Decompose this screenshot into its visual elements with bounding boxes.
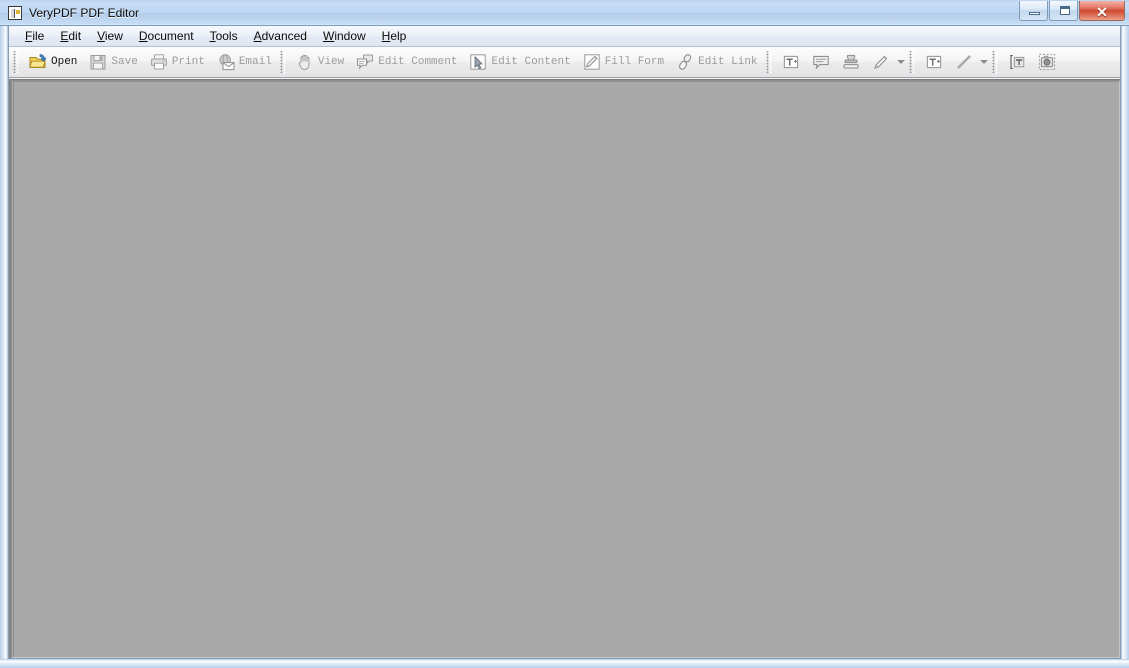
menu-label: elp: [390, 29, 407, 43]
toolbar-grip-5[interactable]: [991, 51, 999, 73]
toolbar-label-view: View: [317, 56, 345, 68]
menu-item-view[interactable]: View: [89, 27, 131, 45]
menu-item-document[interactable]: Document: [131, 27, 202, 45]
toolbar-grip-4[interactable]: [908, 51, 916, 73]
toolbar-button-edit-comment[interactable]: Edit Comment: [350, 49, 463, 75]
typewriter-text-icon: [925, 53, 943, 71]
select-arrow-icon: [469, 53, 487, 71]
form-pen-icon: [583, 53, 601, 71]
toolbar-button-sticky-note[interactable]: [806, 49, 836, 75]
menu-item-file[interactable]: File: [17, 27, 52, 45]
window-frame-left: [0, 26, 8, 668]
printer-icon: [150, 53, 168, 71]
toolbar-label-edit-link: Edit Link: [698, 56, 758, 68]
title-bar-left: VeryPDF PDF Editor: [7, 0, 139, 26]
close-icon: ✕: [1096, 3, 1108, 20]
menu-mnemonic: W: [322, 29, 335, 43]
toolbar-label-print: Print: [171, 56, 205, 68]
toolbar-label-open: Open: [51, 56, 78, 68]
app-book-icon: [7, 5, 23, 21]
window-title: VeryPDF PDF Editor: [29, 6, 140, 20]
toolbar-grip[interactable]: [13, 51, 20, 73]
text-select-icon: [1008, 53, 1026, 71]
window-frame-right: [1121, 26, 1129, 668]
menu-item-help[interactable]: Help: [374, 27, 415, 45]
menu-label: dvanced: [261, 29, 307, 43]
menu-label: ocument: [147, 29, 194, 43]
menu-label: ools: [215, 29, 238, 43]
close-button[interactable]: ✕: [1079, 1, 1125, 21]
toolbar-button-open[interactable]: Open: [23, 49, 83, 75]
menu-item-tools[interactable]: Tools: [202, 27, 246, 45]
comment-bubbles-icon: [356, 53, 374, 71]
toolbar-button-text-box[interactable]: [776, 49, 806, 75]
title-bar: VeryPDF PDF Editor ✕: [0, 0, 1129, 26]
floppy-disk-icon: [89, 53, 107, 71]
pencil-dropdown-caret[interactable]: [896, 51, 907, 73]
line-dropdown-caret[interactable]: [979, 51, 990, 73]
toolbar-button-text-select[interactable]: [1002, 49, 1032, 75]
toolbar-button-line[interactable]: [949, 49, 979, 75]
toolbar-label-save: Save: [111, 56, 138, 68]
window-controls: ✕: [1019, 1, 1125, 22]
snapshot-icon: [1038, 53, 1056, 71]
document-workspace-surface[interactable]: [13, 81, 1119, 657]
toolbar-button-view[interactable]: View: [290, 49, 350, 75]
menu-item-window[interactable]: Window: [315, 27, 374, 45]
application-window: VeryPDF PDF Editor ✕ File Edit View Docu…: [0, 0, 1129, 668]
text-box-add-icon: [782, 53, 800, 71]
toolbar-button-edit-link[interactable]: Edit Link: [670, 49, 763, 75]
menu-mnemonic: V: [97, 29, 105, 43]
menu-mnemonic: A: [253, 29, 262, 43]
pencil-icon: [872, 53, 890, 71]
menu-mnemonic: D: [138, 29, 148, 43]
minimize-button[interactable]: [1019, 1, 1048, 21]
toolbar-button-pencil[interactable]: [866, 49, 896, 75]
toolbar-button-edit-content[interactable]: Edit Content: [463, 49, 576, 75]
stamp-icon: [842, 53, 860, 71]
toolbar-button-email[interactable]: Email: [211, 49, 278, 75]
line-tool-icon: [955, 53, 973, 71]
document-workspace[interactable]: [9, 79, 1120, 658]
window-frame-bottom: [0, 659, 1129, 668]
menu-label: dit: [68, 29, 82, 43]
toolbar-label-email: Email: [238, 56, 272, 68]
toolbar-button-typewriter[interactable]: [919, 49, 949, 75]
client-area: File Edit View Document Tools Advanced W…: [8, 26, 1121, 659]
main-toolbar: Open Save Print Email View Edit Comment …: [9, 47, 1120, 78]
toolbar-label-edit-comment: Edit Comment: [378, 56, 458, 68]
toolbar-grip-2[interactable]: [279, 51, 287, 73]
link-chain-icon: [676, 53, 694, 71]
open-folder-icon: [29, 53, 47, 71]
toolbar-button-fill-form[interactable]: Fill Form: [577, 49, 670, 75]
sticky-note-icon: [812, 53, 830, 71]
menu-bar: File Edit View Document Tools Advanced W…: [9, 26, 1120, 47]
toolbar-label-edit-content: Edit Content: [491, 56, 571, 68]
toolbar-button-save[interactable]: Save: [83, 49, 143, 75]
toolbar-button-stamp[interactable]: [836, 49, 866, 75]
toolbar-button-snapshot[interactable]: [1032, 49, 1062, 75]
maximize-button[interactable]: [1049, 1, 1078, 21]
menu-item-advanced[interactable]: Advanced: [246, 27, 315, 45]
toolbar-grip-3[interactable]: [765, 51, 773, 73]
menu-item-edit[interactable]: Edit: [52, 27, 89, 45]
menu-label: indow: [334, 29, 366, 43]
toolbar-button-print[interactable]: Print: [144, 49, 211, 75]
hand-icon: [296, 53, 314, 71]
toolbar-label-fill-form: Fill Form: [604, 56, 665, 68]
menu-label: iew: [104, 29, 123, 43]
email-envelope-icon: [217, 53, 235, 71]
menu-label: ile: [32, 29, 45, 43]
